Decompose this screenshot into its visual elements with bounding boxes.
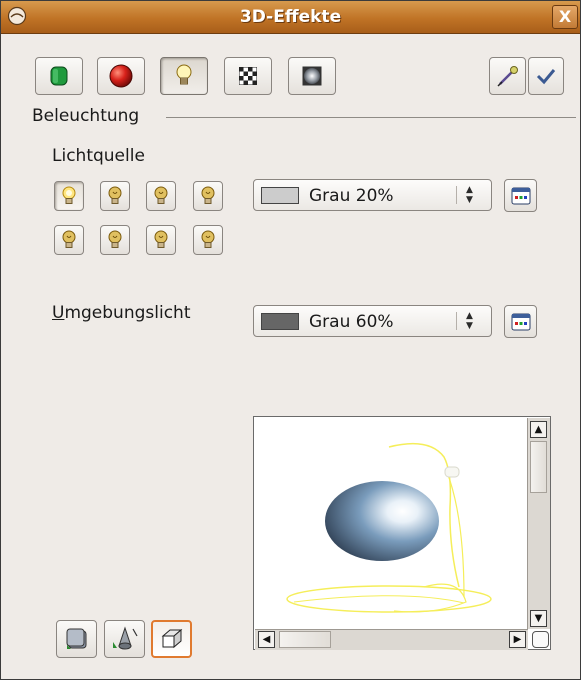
perspective-button[interactable]	[151, 620, 192, 658]
light-source-2-button[interactable]	[100, 181, 130, 211]
spin-arrows-icon: ▲ ▼	[466, 311, 473, 331]
shading-button[interactable]	[97, 57, 145, 95]
ambient-light-label-text: mgebungslicht	[64, 303, 191, 323]
color-palette-icon	[511, 313, 530, 330]
light-bulb-off-icon	[108, 230, 122, 248]
light-source-5-button[interactable]	[54, 225, 84, 255]
color-swatch	[261, 313, 299, 330]
update-button[interactable]	[528, 57, 564, 95]
light-bulb-off-icon	[201, 230, 215, 248]
dialog-window: 3D-Effekte X Beleuchtung Lichtquelle Gra…	[0, 0, 581, 680]
light-bulb-off-icon	[154, 230, 168, 248]
textures-button[interactable]	[224, 57, 272, 95]
scroll-left-icon[interactable]: ◀	[258, 631, 275, 648]
ambient-light-color-select[interactable]: Grau 60% ▲ ▼	[253, 305, 492, 337]
light-source-1-button[interactable]	[54, 181, 84, 211]
scroll-up-icon[interactable]: ▲	[530, 421, 547, 438]
material-button[interactable]	[288, 57, 336, 95]
checker-texture-icon	[239, 67, 257, 85]
color-palette-icon	[511, 187, 530, 204]
title-bar[interactable]: 3D-Effekte X	[1, 1, 580, 34]
vertical-scroll-thumb[interactable]	[530, 441, 547, 493]
scroll-corner	[532, 631, 549, 648]
light-bulb-on-icon	[62, 186, 76, 204]
horizontal-scroll-thumb[interactable]	[279, 631, 331, 648]
light-source-8-button[interactable]	[193, 225, 223, 255]
light-bulb-off-icon	[201, 186, 215, 204]
pipette-icon	[496, 66, 518, 87]
light-source-color-select[interactable]: Grau 20% ▲ ▼	[253, 179, 492, 211]
scroll-right-icon[interactable]: ▶	[509, 631, 526, 648]
light-source-color-dialog-button[interactable]	[504, 179, 537, 212]
light-source-3-button[interactable]	[146, 181, 176, 211]
convert-to-3d-button[interactable]	[56, 620, 97, 658]
section-divider	[166, 117, 576, 118]
light-source-label: Lichtquelle	[52, 146, 145, 166]
light-bulb-off-icon	[154, 186, 168, 204]
illumination-section-label: Beleuchtung	[32, 106, 140, 126]
color-swatch	[261, 187, 299, 204]
light-source-color-value: Grau 20%	[309, 186, 394, 206]
preview-scene[interactable]	[254, 417, 526, 628]
convert-3d-icon	[66, 628, 86, 649]
window-title: 3D-Effekte	[239, 7, 342, 27]
light-bulb-off-icon	[108, 186, 122, 204]
light-source-6-button[interactable]	[100, 225, 130, 255]
assign-button[interactable]	[489, 57, 526, 95]
light-bulb-off-icon	[62, 230, 76, 248]
light-source-7-button[interactable]	[146, 225, 176, 255]
combo-divider	[456, 312, 457, 330]
green-cylinder-icon	[50, 66, 68, 86]
spin-arrows-icon: ▲ ▼	[466, 185, 473, 205]
scroll-down-icon[interactable]: ▼	[530, 610, 547, 627]
perspective-cube-icon	[161, 628, 182, 649]
3d-preview[interactable]: ▲ ▼ ◀ ▶	[253, 416, 551, 650]
light-source-4-button[interactable]	[193, 181, 223, 211]
convert-to-lathe-button[interactable]	[104, 620, 145, 658]
ambient-light-label: Umgebungslicht	[52, 303, 190, 323]
ambient-light-mnemonic: U	[52, 303, 65, 323]
ambient-light-color-dialog-button[interactable]	[504, 305, 537, 338]
gray-sphere-material-icon	[302, 66, 322, 86]
red-sphere-icon	[109, 64, 133, 88]
light-bulb-icon	[176, 64, 192, 85]
close-icon: X	[558, 7, 572, 26]
lathe-object-icon	[112, 626, 138, 650]
ambient-light-color-value: Grau 60%	[309, 312, 394, 332]
checkmark-icon	[536, 69, 556, 85]
horizontal-scrollbar[interactable]: ◀ ▶	[255, 629, 528, 650]
vertical-scrollbar[interactable]: ▲ ▼	[527, 418, 550, 629]
close-button[interactable]: X	[552, 5, 578, 29]
geometry-button[interactable]	[35, 57, 83, 95]
illumination-button[interactable]	[160, 57, 208, 95]
combo-divider	[456, 186, 457, 204]
